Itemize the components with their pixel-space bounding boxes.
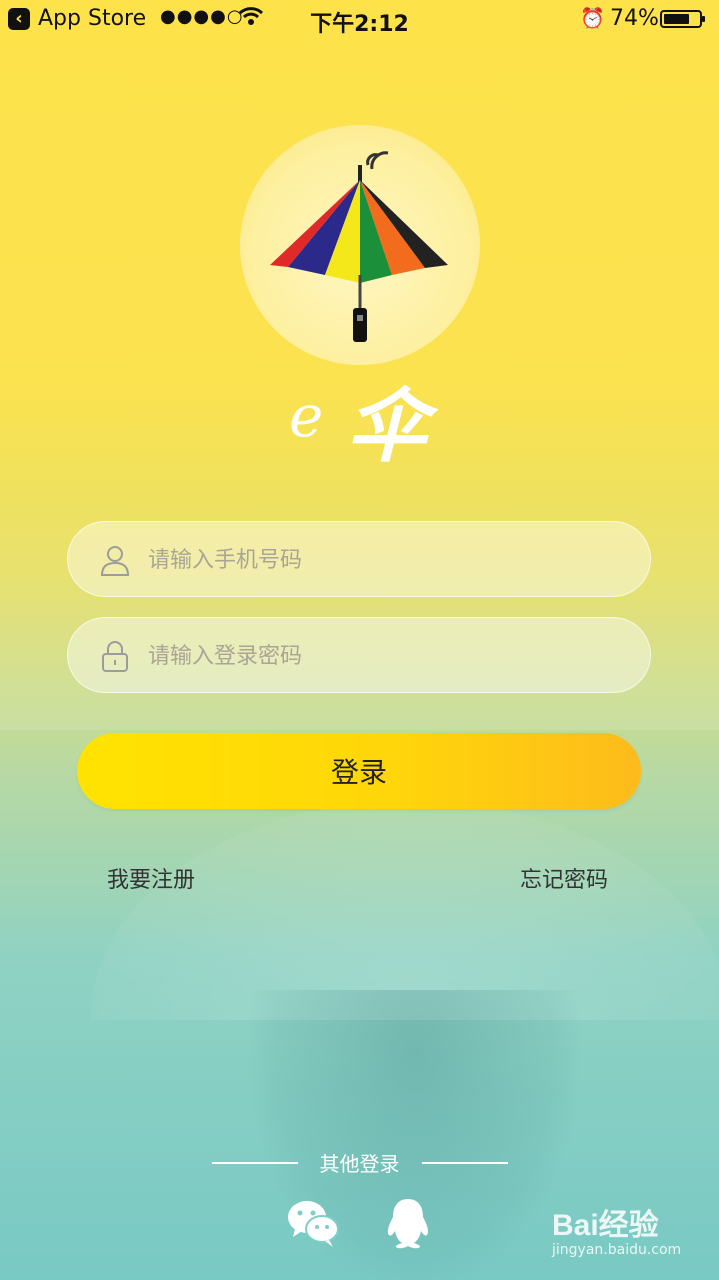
phone-input[interactable] — [146, 522, 630, 598]
phone-field[interactable] — [67, 521, 651, 598]
user-icon — [100, 546, 130, 576]
watermark-url: jingyan.baidu.com — [552, 1242, 682, 1258]
qq-login-button[interactable] — [380, 1195, 436, 1251]
forgot-password-link[interactable]: 忘记密码 — [520, 862, 608, 894]
battery-percent: 74% — [610, 6, 659, 31]
password-input[interactable] — [146, 618, 630, 694]
brand-wordmark: e 伞 — [285, 360, 445, 473]
wechat-login-button[interactable] — [285, 1195, 341, 1251]
divider-line-right — [422, 1162, 508, 1164]
status-bar: ‹ App Store ●●●●○ 下午2:12 ⏰ 74% — [0, 0, 719, 40]
other-login-label: 其他登录 — [319, 1152, 400, 1176]
other-login-divider: 其他登录 — [0, 1148, 719, 1178]
lock-icon — [102, 641, 128, 672]
umbrella-icon — [270, 151, 448, 342]
brand-e: e — [289, 382, 324, 450]
watermark-main: Bai经验 — [552, 1209, 659, 1242]
baidu-watermark: Bai经验 jingyan.baidu.com — [552, 1200, 681, 1258]
brand-name: 伞 — [347, 379, 427, 473]
qq-icon — [387, 1199, 429, 1249]
login-button[interactable]: 登录 — [77, 733, 641, 809]
app-logo — [240, 125, 480, 365]
alarm-icon: ⏰ — [580, 6, 605, 30]
password-field[interactable] — [67, 617, 651, 694]
background-umbrella — [90, 800, 719, 1020]
login-screen: ‹ App Store ●●●●○ 下午2:12 ⏰ 74% e 伞 请输入手机… — [0, 0, 719, 1280]
wechat-icon — [288, 1201, 339, 1247]
battery-icon — [660, 10, 705, 28]
register-link[interactable]: 我要注册 — [107, 862, 195, 894]
